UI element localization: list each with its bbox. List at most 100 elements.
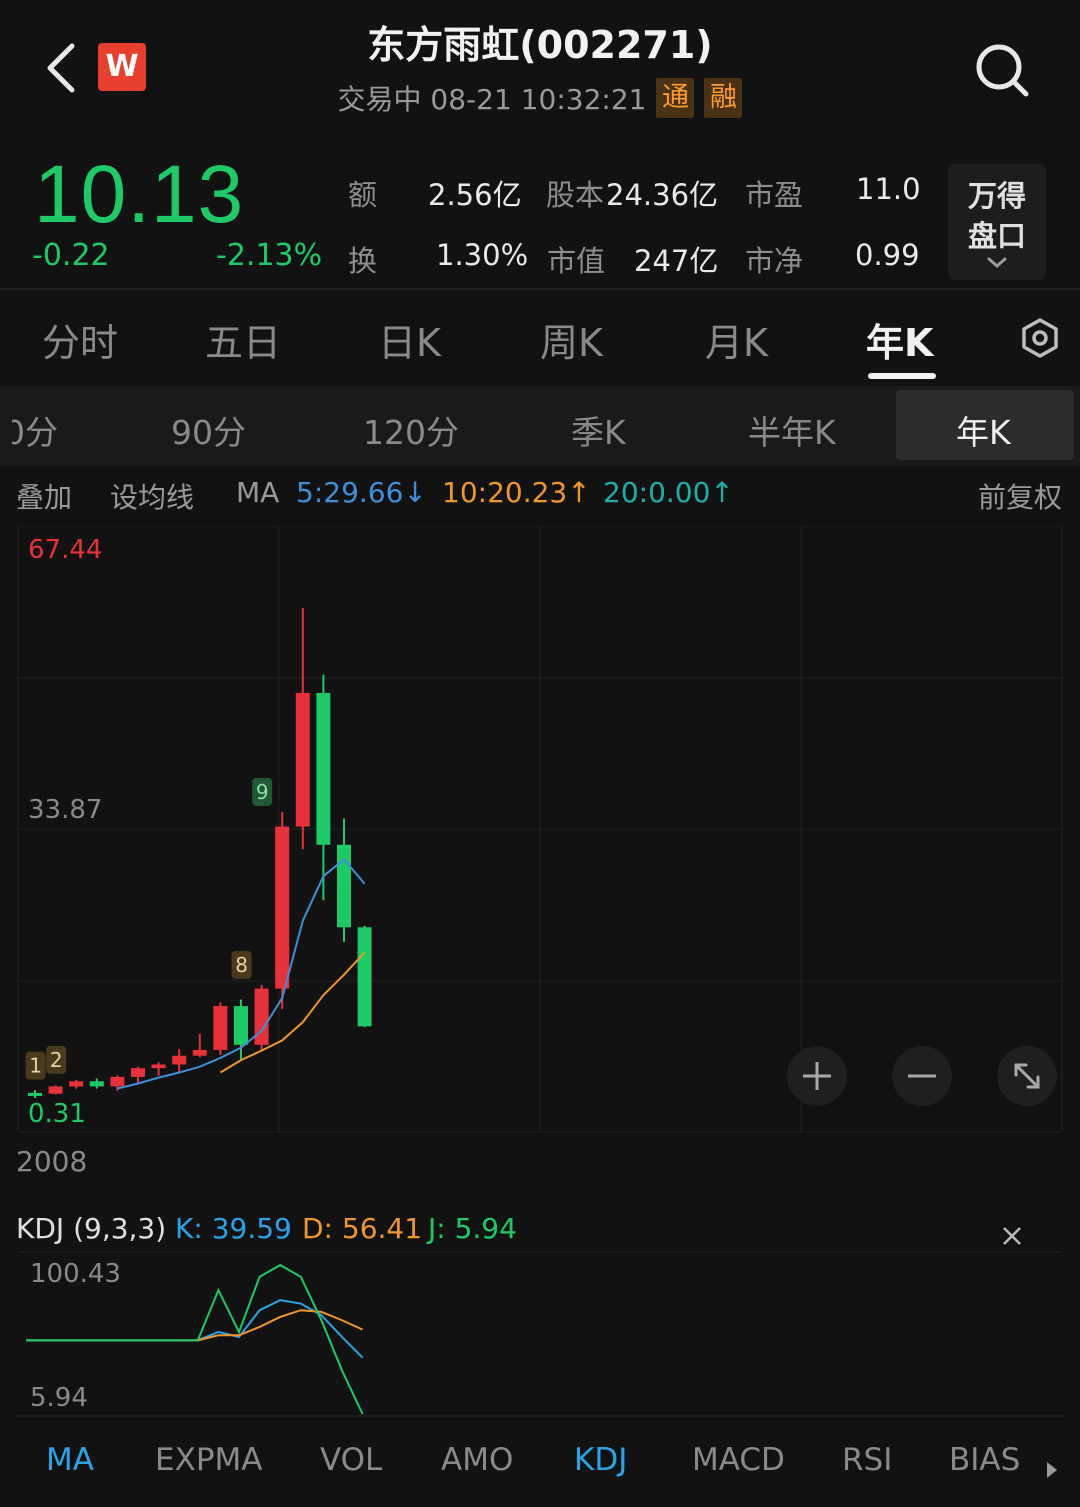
indicator-tab-rsi[interactable]: RSI <box>842 1442 892 1478</box>
tab-intraday[interactable]: 分时 <box>42 312 118 367</box>
candle-body <box>213 1006 228 1050</box>
indicator-tab-ma[interactable]: MA <box>46 1442 94 1478</box>
close-icon[interactable] <box>1000 1224 1024 1248</box>
set-ma-button[interactable]: 设均线 <box>110 476 194 516</box>
candle-body <box>192 1049 207 1056</box>
kdj-j-value: J: 5.94 <box>428 1212 517 1245</box>
market-cap-label: 市值 <box>547 244 606 278</box>
marker-label: 9 <box>256 780 269 804</box>
y-mid-label: 33.87 <box>28 795 102 825</box>
subtab-90min[interactable]: 90分 <box>171 406 246 454</box>
candle-body <box>110 1076 125 1087</box>
subtab-60min[interactable]: 0分 <box>12 406 58 454</box>
pe-value: 11.0 <box>856 172 921 206</box>
candle-body <box>151 1064 166 1069</box>
y-max-label: 67.44 <box>28 535 102 565</box>
ma-indicator-row: 叠加 设均线 MA 5:29.66↓ 10:20.23↑ 20:0.00↑ 前复… <box>0 470 1080 520</box>
indicator-tab-macd[interactable]: MACD <box>692 1442 785 1478</box>
candle-body <box>234 1006 248 1045</box>
kdj-d-value: D: 56.41 <box>302 1212 423 1245</box>
indicator-tab-expma[interactable]: EXPMA <box>155 1442 262 1478</box>
period-tabs: 分时 五日 日K 周K 月K 年K <box>0 290 1080 384</box>
kdj-title: KDJ (9,3,3) <box>16 1212 167 1245</box>
tab-monthly-k[interactable]: 月K <box>705 312 768 367</box>
search-icon[interactable] <box>972 40 1032 100</box>
rong-badge[interactable]: 融 <box>704 78 743 118</box>
subtab-quarter-k[interactable]: 季K <box>571 406 626 454</box>
kdj-k-value: K: 39.59 <box>175 1212 292 1245</box>
chevron-down-icon <box>987 257 1007 268</box>
zoom-in-button[interactable] <box>787 1046 847 1106</box>
price-change: -0.22 <box>32 238 110 273</box>
zoom-out-button[interactable] <box>892 1046 952 1106</box>
trade-status: 交易中 08-21 10:32:21 <box>337 83 647 116</box>
market-cap-value: 247亿 <box>634 244 719 278</box>
tong-badge[interactable]: 通 <box>656 78 695 118</box>
candle-body <box>89 1081 104 1087</box>
turnover-amount-label: 额 <box>348 178 378 212</box>
kdj-grid <box>18 1251 1062 1417</box>
subtab-half-year-k[interactable]: 半年K <box>748 406 836 454</box>
settings-hexagon-icon[interactable] <box>1018 316 1062 360</box>
marker-label: 1 <box>29 1054 42 1078</box>
ma-label: MA <box>236 476 280 509</box>
candle-body <box>275 826 290 989</box>
wind-order-book-label: 万得 盘口 <box>967 179 1026 253</box>
last-price: 10.13 <box>34 149 245 240</box>
fullscreen-button[interactable] <box>997 1046 1057 1106</box>
overlay-button[interactable]: 叠加 <box>16 476 72 516</box>
tab-five-day[interactable]: 五日 <box>205 312 281 367</box>
wind-order-book-button[interactable]: 万得 盘口 <box>948 164 1046 280</box>
tab-weekly-k[interactable]: 周K <box>540 312 603 367</box>
subtab-120min[interactable]: 120分 <box>363 406 459 454</box>
kdj-chart[interactable]: 100.43 5.94 <box>0 1250 1080 1420</box>
header: W 东方雨虹(002271) 交易中 08-21 10:32:21 通 融 <box>0 0 1080 150</box>
indicator-tab-bias[interactable]: BIAS <box>949 1442 1020 1478</box>
indicator-tab-kdj[interactable]: KDJ <box>574 1442 627 1478</box>
ma10-value: 10:20.23↑ <box>442 476 591 509</box>
stock-title: 东方雨虹(002271) <box>367 23 713 67</box>
kdj-y-max-label: 100.43 <box>30 1259 121 1289</box>
pb-label: 市净 <box>745 244 804 278</box>
candle-body <box>172 1055 187 1065</box>
tab-yearly-k[interactable]: 年K <box>866 312 933 367</box>
candle-body <box>28 1092 42 1096</box>
chart-grid <box>17 526 1063 1133</box>
candle-body <box>48 1086 63 1094</box>
y-min-label: 0.31 <box>28 1099 86 1129</box>
x-start-label: 2008 <box>16 1145 87 1178</box>
candle-body <box>131 1068 145 1077</box>
kdj-y-min-label: 5.94 <box>30 1383 88 1413</box>
active-tab-indicator <box>868 373 936 379</box>
candle-body <box>69 1081 84 1087</box>
trade-status-row: 交易中 08-21 10:32:21 通 融 <box>0 78 1080 118</box>
candle-body <box>357 927 372 1027</box>
turnover-rate-value: 1.30% <box>436 238 529 272</box>
scroll-right-icon[interactable] <box>1044 1460 1060 1480</box>
ma20-value: 20:0.00↑ <box>603 476 734 509</box>
tab-daily-k[interactable]: 日K <box>378 312 441 367</box>
share-capital-value: 24.36亿 <box>606 178 719 212</box>
candle-body <box>316 692 331 845</box>
price-adjust-button[interactable]: 前复权 <box>978 476 1062 516</box>
kdj-d-line <box>26 1309 364 1342</box>
turnover-amount-value: 2.56亿 <box>428 178 522 212</box>
pb-value: 0.99 <box>855 238 920 272</box>
indicator-tab-vol[interactable]: VOL <box>320 1442 382 1478</box>
turnover-rate-label: 换 <box>348 244 378 278</box>
indicator-tabs: MA EXPMA VOL AMO KDJ MACD RSI BIAS <box>0 1430 1080 1507</box>
subtab-year-k[interactable]: 年K <box>956 406 1011 454</box>
candles <box>28 608 372 1098</box>
candle-body <box>337 844 351 928</box>
share-capital-label: 股本 <box>546 178 605 212</box>
indicator-tab-amo[interactable]: AMO <box>441 1442 513 1478</box>
marker-label: 2 <box>50 1048 63 1072</box>
kline-chart[interactable]: 1 2 8 9 67.44 33.87 0.31 2008 <box>0 526 1080 1186</box>
kdj-header: KDJ (9,3,3) K: 39.59 D: 56.41 J: 5.94 <box>0 1212 1080 1252</box>
marker-label: 8 <box>235 953 248 977</box>
kdj-k-line <box>26 1299 364 1359</box>
candle-body <box>295 692 310 827</box>
candle-body <box>254 988 269 1045</box>
ma5-value: 5:29.66↓ <box>296 476 427 509</box>
price-change-percent: -2.13% <box>216 238 323 273</box>
